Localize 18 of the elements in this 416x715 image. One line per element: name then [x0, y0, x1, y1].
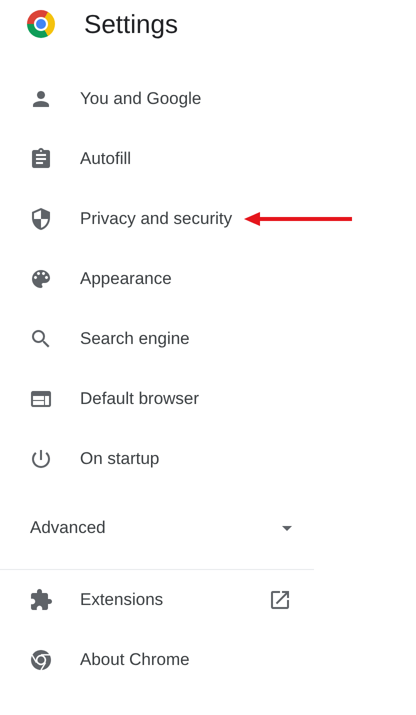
menu-item[interactable]: Appearance — [0, 249, 176, 309]
palette-icon — [29, 267, 53, 291]
page-title: Settings — [84, 8, 178, 40]
puzzle-piece-icon — [29, 588, 53, 612]
menu-item[interactable]: About Chrome — [0, 630, 314, 690]
menu-item[interactable]: Privacy and security — [0, 189, 236, 249]
power-icon — [29, 447, 53, 471]
menu-item[interactable]: Default browser — [0, 369, 204, 429]
menu-item[interactable]: Autofill — [0, 129, 136, 189]
clipboard-icon — [29, 147, 53, 171]
advanced-toggle[interactable]: Advanced — [0, 498, 314, 558]
browser-logo — [27, 10, 55, 38]
shield-icon — [29, 207, 53, 231]
menu-item[interactable]: Extensions — [0, 570, 314, 630]
menu-item[interactable]: Search engine — [0, 309, 194, 369]
browser-logo-icon — [29, 648, 53, 672]
menu-item[interactable]: You and Google — [0, 69, 206, 129]
menu-item[interactable]: On startup — [0, 429, 164, 489]
